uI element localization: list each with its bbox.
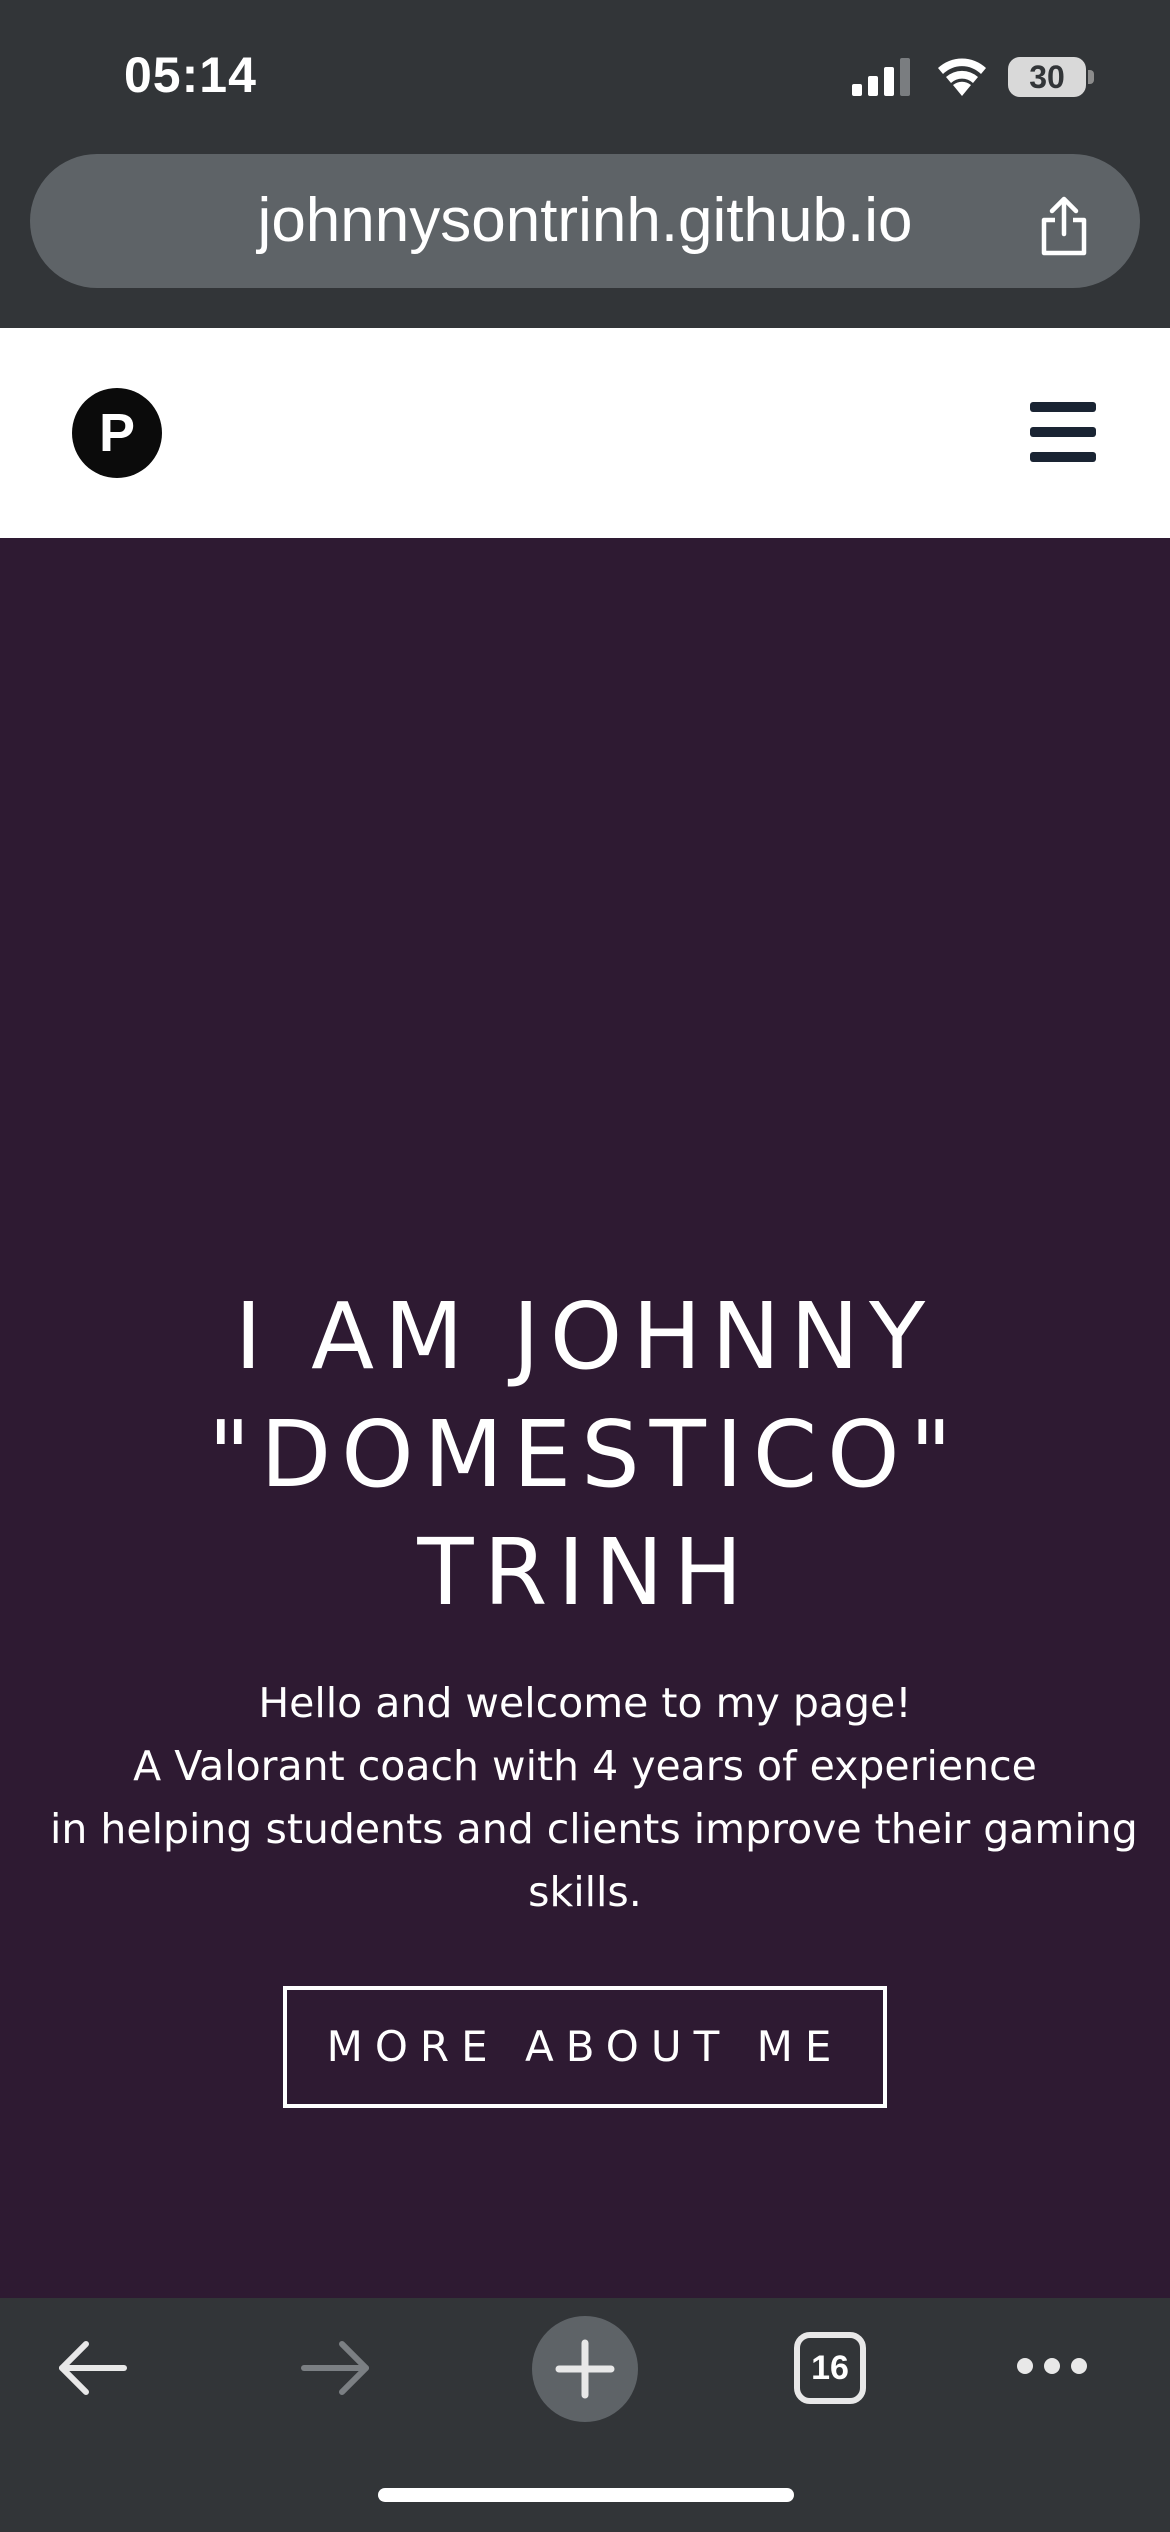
- more-icon[interactable]: [1016, 2356, 1088, 2376]
- status-time: 05:14: [124, 47, 257, 103]
- home-indicator[interactable]: [378, 2488, 794, 2502]
- intro-line: Hello and welcome to my page!: [258, 1679, 912, 1727]
- battery-icon: 30: [1008, 57, 1086, 97]
- url-text[interactable]: johnnysontrinh.github.io: [30, 154, 1140, 288]
- share-icon[interactable]: [1038, 196, 1090, 256]
- hamburger-menu-icon[interactable]: [1030, 402, 1096, 462]
- hero-title: I AM JOHNNY "DOMESTICO" TRINH: [60, 1278, 1110, 1632]
- wifi-icon: [938, 58, 986, 96]
- intro-line: in helping students and clients improve …: [50, 1805, 1138, 1853]
- plus-icon: [555, 2339, 615, 2399]
- signal-icon: [852, 58, 910, 96]
- logo-letter: P: [98, 403, 136, 463]
- hero-title-line: TRINH: [417, 1519, 753, 1626]
- back-arrow-icon[interactable]: [56, 2338, 128, 2398]
- intro-line: A Valorant coach with 4 years of experie…: [133, 1742, 1037, 1790]
- battery-cap: [1088, 70, 1094, 84]
- browser-top-chrome: 05:14 30 johnnysontrinh.github.io: [0, 0, 1170, 328]
- battery-level: 30: [1029, 59, 1065, 95]
- site-header: P: [0, 328, 1170, 538]
- site-logo[interactable]: P: [72, 388, 162, 478]
- more-about-me-button[interactable]: MORE ABOUT ME: [283, 1986, 887, 2108]
- intro-line: skills.: [528, 1868, 642, 1916]
- hero-title-line: "DOMESTICO": [208, 1401, 962, 1508]
- hero-section: I AM JOHNNY "DOMESTICO" TRINH Hello and …: [0, 538, 1170, 2298]
- tab-count: 16: [811, 2349, 849, 2387]
- forward-arrow-icon[interactable]: [300, 2338, 372, 2398]
- new-tab-button[interactable]: [532, 2316, 638, 2422]
- address-bar[interactable]: johnnysontrinh.github.io: [30, 154, 1140, 288]
- hero-intro: Hello and welcome to my page! A Valorant…: [50, 1672, 1138, 1924]
- tabs-icon[interactable]: 16: [794, 2332, 866, 2404]
- hero-title-line: I AM JOHNNY: [234, 1283, 936, 1390]
